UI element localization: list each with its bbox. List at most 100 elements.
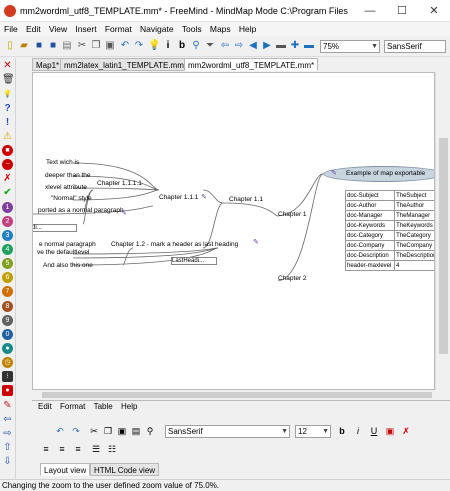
- copy-icon[interactable]: ❐: [90, 40, 102, 52]
- node-xlevel-attribute[interactable]: xlevel attribute: [45, 184, 87, 191]
- clear-format-icon[interactable]: ✗: [400, 425, 412, 437]
- node-default-level[interactable]: ve the defaultlevel: [37, 249, 89, 256]
- minimize-button[interactable]: —: [354, 0, 386, 22]
- circle-icon[interactable]: ●: [2, 343, 13, 354]
- priority-7-icon[interactable]: 7: [2, 286, 13, 297]
- idea-icon[interactable]: 💡: [2, 89, 13, 100]
- cut-icon[interactable]: ✂: [76, 40, 88, 52]
- node-chapter-1-1-1-1[interactable]: Chapter 1.1.1.1: [97, 180, 142, 187]
- paste-icon[interactable]: ▣: [104, 40, 116, 52]
- undo-icon[interactable]: ↶: [119, 40, 131, 52]
- editor-menu-format[interactable]: Format: [60, 401, 85, 413]
- tab-mm2latex[interactable]: mm2latex_latin1_TEMPLATE.mm*: [60, 58, 191, 71]
- tab-layout-view[interactable]: Layout view: [40, 463, 91, 476]
- fold-icon[interactable]: ▬: [275, 40, 287, 52]
- clip-icon[interactable]: ✎: [2, 400, 13, 411]
- find-icon[interactable]: ⚲: [190, 40, 202, 52]
- horizontal-scrollbar[interactable]: [32, 390, 435, 400]
- root-node[interactable]: Example of map exportable: [323, 166, 434, 182]
- priority-2-icon[interactable]: 2: [2, 216, 13, 227]
- red-light-icon[interactable]: ●: [2, 385, 13, 396]
- open-icon[interactable]: ▰: [18, 40, 30, 52]
- numbered-list-icon[interactable]: ☷: [106, 443, 118, 455]
- editor-menu-table[interactable]: Table: [94, 401, 113, 413]
- node-di[interactable]: di...: [33, 224, 77, 232]
- remove-last-icon[interactable]: ✕: [2, 60, 13, 71]
- node-last-heading[interactable]: LastHeadi...: [171, 257, 217, 265]
- bullet-list-icon[interactable]: ☰: [90, 443, 102, 455]
- menu-insert[interactable]: Insert: [73, 22, 98, 36]
- find-icon[interactable]: ⚲: [144, 425, 156, 437]
- node-chapter-1-1-1[interactable]: Chapter 1.1.1: [159, 194, 198, 201]
- underline-icon[interactable]: U: [368, 425, 380, 437]
- paste-special-icon[interactable]: ▤: [130, 425, 142, 437]
- priority-3-icon[interactable]: 3: [2, 230, 13, 241]
- cut-icon[interactable]: ✂: [88, 425, 100, 437]
- priority-5-icon[interactable]: 5: [2, 258, 13, 269]
- priority-0-icon[interactable]: 0: [2, 329, 13, 340]
- menu-format[interactable]: Format: [103, 22, 134, 36]
- ok-icon[interactable]: ✔: [2, 187, 13, 198]
- italic-icon[interactable]: i: [162, 40, 174, 52]
- close-button[interactable]: ✕: [418, 0, 450, 22]
- redo-icon[interactable]: ↷: [133, 40, 145, 52]
- zoom-out-icon[interactable]: ▬: [303, 40, 315, 52]
- forward-icon[interactable]: ⇨: [233, 40, 245, 52]
- mind-map-canvas[interactable]: Text wich is deeper than the xlevel attr…: [32, 72, 435, 390]
- node-chapter-1-2[interactable]: Chapter 1.2 - mark a header as last head…: [111, 241, 238, 248]
- editor-font-select[interactable]: SansSerif ▼: [165, 425, 290, 438]
- right-arrow-icon[interactable]: ⇨: [2, 428, 13, 439]
- down-arrow-icon[interactable]: ⇩: [2, 456, 13, 467]
- filter-icon[interactable]: ⏷: [204, 40, 216, 52]
- menu-edit[interactable]: Edit: [24, 22, 43, 36]
- bold-icon[interactable]: b: [336, 425, 348, 437]
- tab-map1[interactable]: Map1*: [32, 58, 64, 71]
- maximize-button[interactable]: ☐: [386, 0, 418, 22]
- text-color-icon[interactable]: ▣: [384, 425, 396, 437]
- save-as-icon[interactable]: ■: [47, 40, 59, 52]
- node-and-also-this-one[interactable]: And also this one: [43, 262, 93, 269]
- zoom-in-icon[interactable]: ✚: [289, 40, 301, 52]
- print-icon[interactable]: ▤: [61, 40, 73, 52]
- node-normal-paragraph[interactable]: ported as a normal paragraph: [38, 207, 124, 214]
- menu-maps[interactable]: Maps: [208, 22, 233, 36]
- paste-icon[interactable]: ▣: [116, 425, 128, 437]
- align-left-icon[interactable]: ≡: [40, 443, 52, 455]
- back-icon[interactable]: ⇦: [219, 40, 231, 52]
- menu-tools[interactable]: Tools: [180, 22, 204, 36]
- vertical-scrollbar[interactable]: [435, 72, 450, 390]
- node-text-which-is[interactable]: Text wich is: [46, 159, 79, 166]
- menu-view[interactable]: View: [47, 22, 69, 36]
- redo-icon[interactable]: ↷: [70, 425, 82, 437]
- node-chapter-1[interactable]: Chapter 1: [278, 211, 307, 218]
- save-icon[interactable]: ■: [33, 40, 45, 52]
- tab-mm2wordml[interactable]: mm2wordml_utf8_TEMPLATE.mm*: [184, 58, 319, 71]
- undo-icon[interactable]: ↶: [54, 425, 66, 437]
- scroll-thumb[interactable]: [42, 392, 432, 398]
- priority-1-icon[interactable]: 1: [2, 202, 13, 213]
- menu-file[interactable]: File: [2, 22, 20, 36]
- question-icon[interactable]: ?: [2, 103, 13, 114]
- traffic-light-icon[interactable]: ⁝: [2, 371, 13, 382]
- node-e-normal-paragraph[interactable]: e normal paragraph: [39, 241, 96, 248]
- up-arrow-icon[interactable]: ⇧: [2, 442, 13, 453]
- align-right-icon[interactable]: ≡: [72, 443, 84, 455]
- right-arrow-icon[interactable]: ▶: [261, 40, 273, 52]
- menu-navigate[interactable]: Navigate: [138, 22, 176, 36]
- italic-icon[interactable]: i: [352, 425, 364, 437]
- new-map-icon[interactable]: ▯: [4, 40, 16, 52]
- editor-size-select[interactable]: 12 ▼: [295, 425, 331, 438]
- priority-8-icon[interactable]: 8: [2, 301, 13, 312]
- priority-9-icon[interactable]: 9: [2, 315, 13, 326]
- node-chapter-1-1[interactable]: Chapter 1.1: [229, 196, 263, 203]
- editor-menu-edit[interactable]: Edit: [38, 401, 52, 413]
- priority-4-icon[interactable]: 4: [2, 244, 13, 255]
- left-arrow-icon[interactable]: ⇦: [2, 414, 13, 425]
- zoom-select[interactable]: 75% ▼: [320, 40, 380, 53]
- node-normal-style[interactable]: "Normal" style: [51, 195, 92, 202]
- warning-icon[interactable]: ⚠: [2, 131, 13, 142]
- left-arrow-icon[interactable]: ◀: [247, 40, 259, 52]
- no-entry-icon[interactable]: −: [2, 159, 13, 170]
- lightbulb-icon[interactable]: 💡: [148, 40, 160, 52]
- node-deeper-than[interactable]: deeper than the: [45, 172, 91, 179]
